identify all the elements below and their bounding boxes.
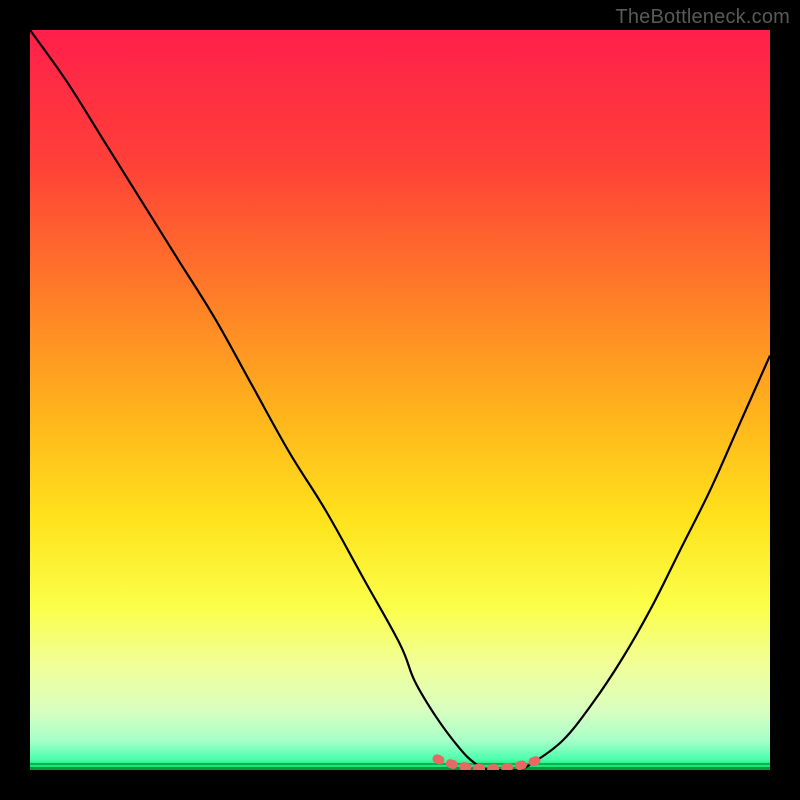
background-gradient [30, 30, 770, 770]
watermark-text: TheBottleneck.com [615, 6, 790, 29]
chart-frame: TheBottleneck.com [0, 0, 800, 800]
plot-area [30, 30, 770, 770]
